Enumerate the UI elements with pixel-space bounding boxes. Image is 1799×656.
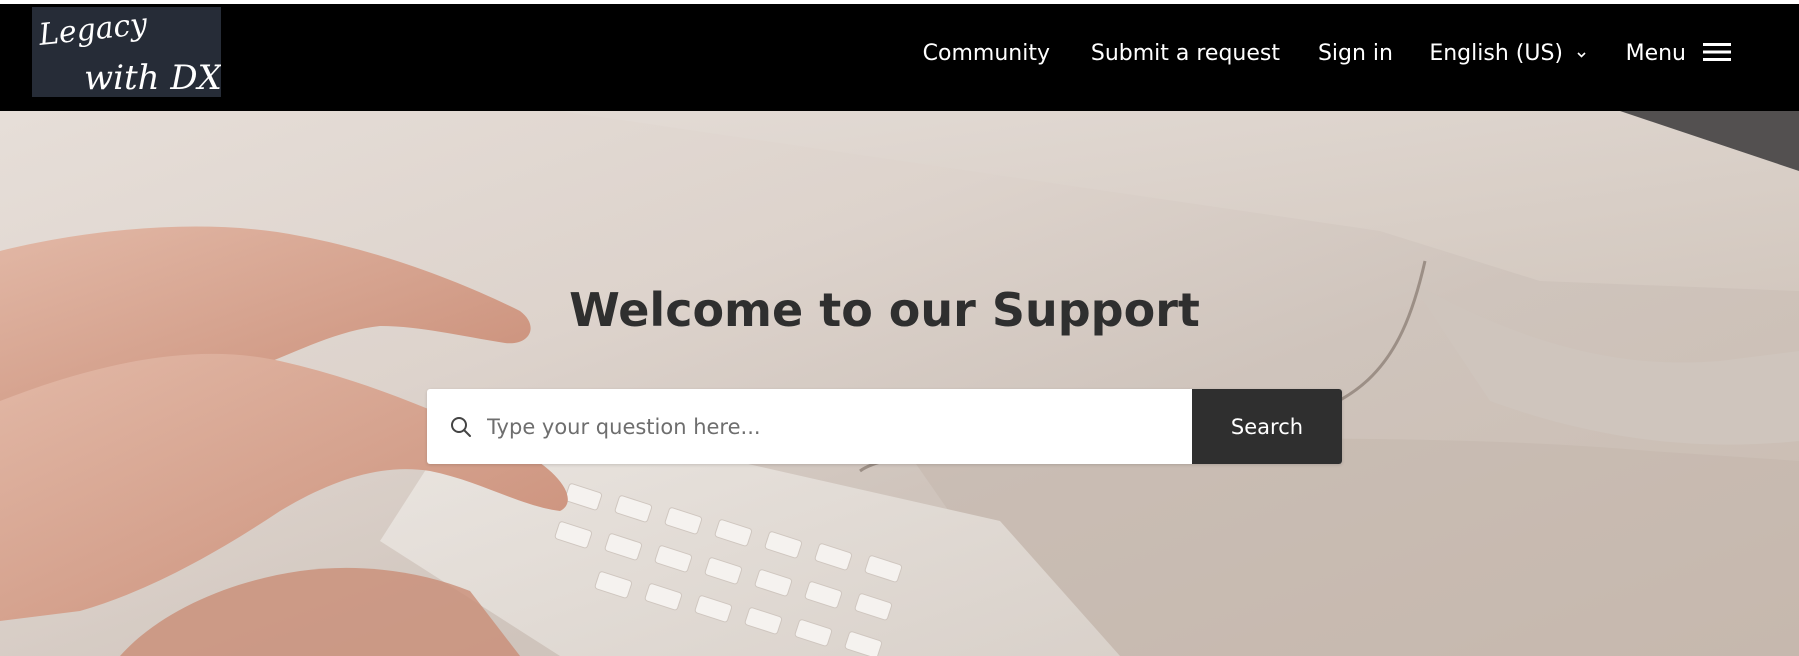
brand-logo-mark: Legacy with DX	[36, 7, 221, 97]
nav-submit-request-link[interactable]: Submit a request	[1091, 40, 1280, 68]
nav-community-link[interactable]: Community	[923, 40, 1050, 68]
search-icon	[451, 417, 471, 437]
menu-button[interactable]: Menu	[1626, 40, 1731, 68]
site-header: Legacy with DX Community Submit a reques…	[0, 4, 1799, 111]
language-selector[interactable]: English (US)	[1429, 40, 1587, 68]
nav-sign-in-link[interactable]: Sign in	[1318, 40, 1393, 68]
language-selector-label: English (US)	[1429, 41, 1563, 66]
chevron-down-icon	[1577, 51, 1586, 58]
hero-background-image	[0, 111, 1799, 656]
search-input[interactable]	[487, 389, 1187, 464]
search-form: Search	[427, 389, 1342, 464]
brand-logo-line1: Legacy	[36, 7, 150, 53]
menu-button-label: Menu	[1625, 41, 1686, 66]
brand-logo[interactable]: Legacy with DX	[32, 7, 221, 97]
hero-section: Welcome to our Support Search	[0, 111, 1799, 656]
page-title: Welcome to our Support	[569, 283, 1200, 337]
brand-logo-line2: with DX	[84, 58, 221, 97]
hamburger-icon	[1703, 43, 1731, 61]
search-button[interactable]: Search	[1192, 389, 1342, 464]
